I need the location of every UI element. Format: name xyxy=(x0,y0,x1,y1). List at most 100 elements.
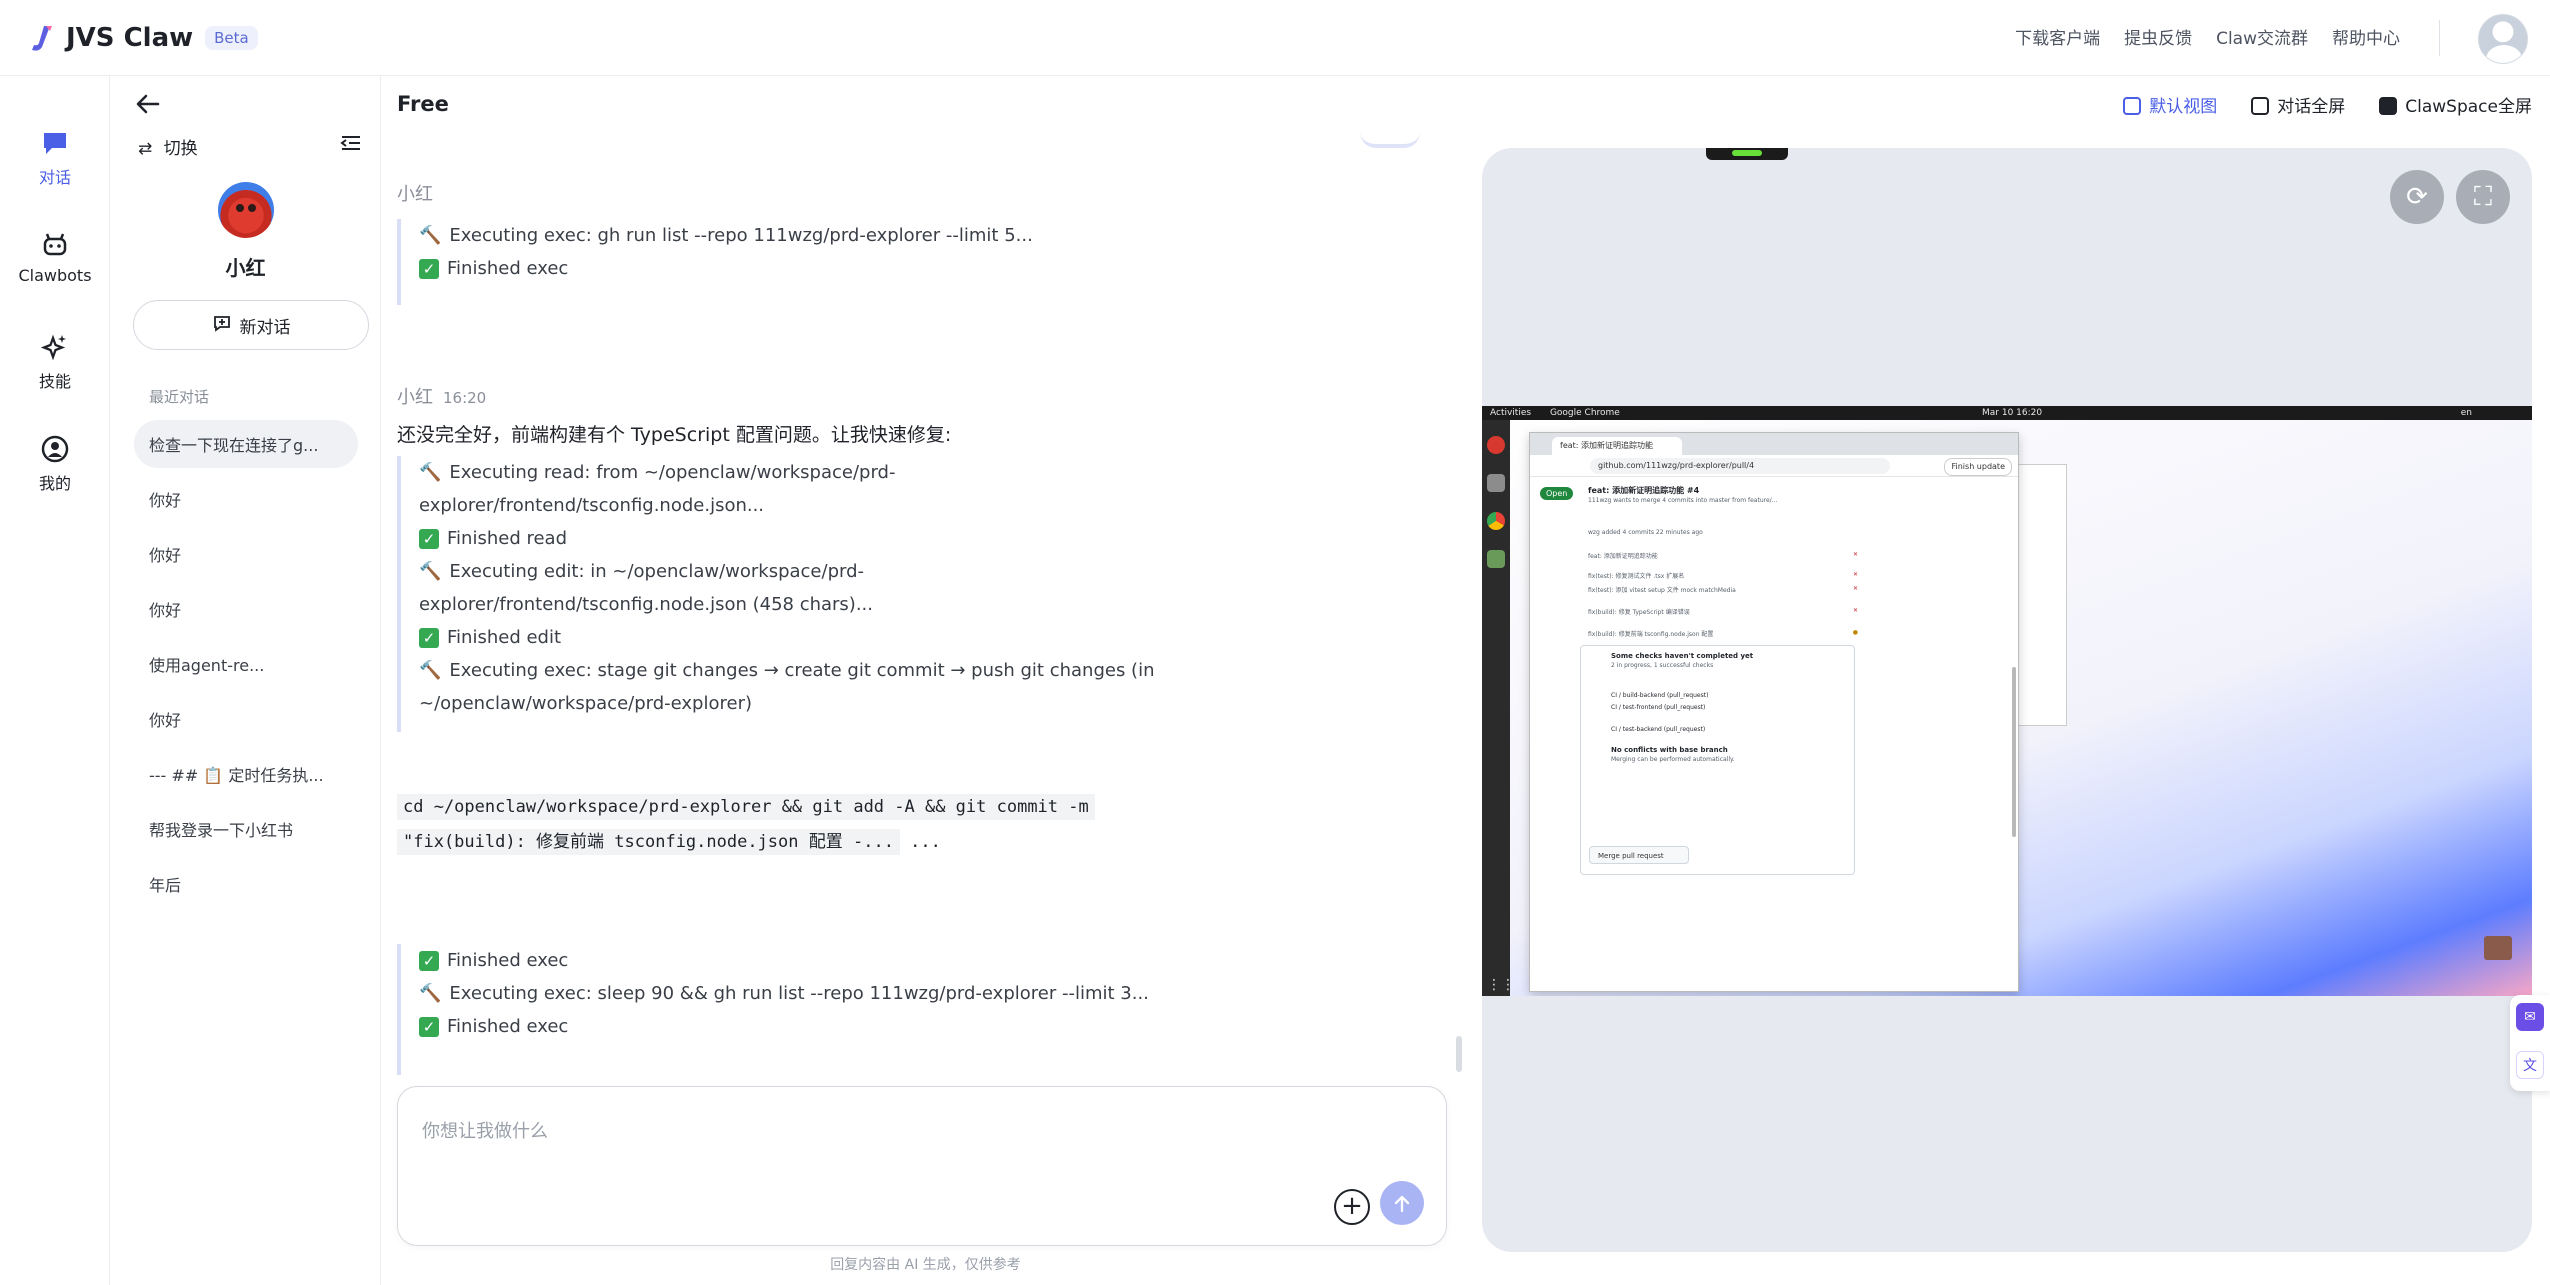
checks-subtitle: 2 in progress, 1 successful checks xyxy=(1611,662,1714,669)
user-icon xyxy=(40,434,70,464)
browser-tabs: feat: 添加新证明追踪功能 xyxy=(1530,433,2018,455)
url-input[interactable]: github.com/111wzg/prd-explorer/pull/4 xyxy=(1590,458,1890,474)
log-spacer xyxy=(419,285,1033,305)
home-folder-icon[interactable] xyxy=(2484,936,2512,960)
fullscreen-icon[interactable]: ⛶ xyxy=(2456,170,2510,224)
conversation-sidebar: ⇄ 切换 小红 新对话 最近对话 检查一下现在连接了g... 你好 你好 你好 … xyxy=(110,76,381,1285)
message-input[interactable]: 你想让我做什么 xyxy=(422,1117,548,1143)
default-view-icon xyxy=(2123,97,2142,115)
log-line: 🔨 Executing exec: stage git changes → cre… xyxy=(419,654,1155,687)
tool-log-block: 🔨 Executing exec: gh run list --repo 111w… xyxy=(397,219,1033,305)
recent-conversations-label: 最近对话 xyxy=(149,388,210,406)
check-row[interactable]: CI / test-backend (pull_request) xyxy=(1611,726,1705,733)
view-default-button[interactable]: 默认视图 xyxy=(2123,92,2217,117)
conversation-item[interactable]: 你好 xyxy=(134,530,358,578)
code-line: cd ~/openclaw/workspace/prd-explorer && … xyxy=(397,794,1095,820)
check-row[interactable]: CI / build-backend (pull_request) xyxy=(1611,692,1708,699)
merge-pull-request-button[interactable]: Merge pull request xyxy=(1589,846,1689,864)
log-line: ✓ Finished exec xyxy=(419,1010,1149,1043)
log-spacer xyxy=(419,1043,1149,1075)
conversation-item[interactable]: 你好 xyxy=(134,695,358,743)
download-client-link[interactable]: 下载客户端 xyxy=(2015,24,2100,49)
log-line: ✓ Finished edit xyxy=(419,621,1155,654)
commit-row[interactable]: fix(build): 修复前端 tsconfig.node.json 配置 ● xyxy=(1588,629,1858,638)
send-button[interactable] xyxy=(1380,1181,1424,1225)
pr-title: feat: 添加新证明追踪功能 #4 xyxy=(1588,486,1700,495)
nav-label: Clawbots xyxy=(18,266,92,285)
log-line: 🔨 Executing read: from ~/openclaw/workspa… xyxy=(419,456,1155,489)
back-arrow-icon[interactable] xyxy=(134,90,162,126)
browser-tab[interactable]: feat: 添加新证明追踪功能 xyxy=(1552,437,1682,455)
conversation-item[interactable]: 你好 xyxy=(134,475,358,523)
github-pr-page: Open feat: 添加新证明追踪功能 #4 111wzg wants to … xyxy=(1530,477,2018,991)
conversation-item[interactable]: 年后 xyxy=(134,860,358,908)
nav-item-clawbots[interactable]: Clawbots xyxy=(0,230,110,285)
remote-desktop[interactable]: Activities Google Chrome Mar 10 16:20 en… xyxy=(1482,406,2532,996)
translate-icon[interactable]: 文 xyxy=(2516,1051,2544,1079)
chat-icon xyxy=(40,128,70,158)
nav-label: 对话 xyxy=(38,168,71,187)
commit-row[interactable]: fix(test): 修复测试文件 .tsx 扩展名 ✕ xyxy=(1588,571,1858,580)
conversation-item[interactable]: 检查一下现在连接了g... xyxy=(134,420,358,468)
clawspace-panel: ⟳ ⛶ Activities Google Chrome Mar 10 16:2… xyxy=(1482,148,2532,1252)
switch-label: 切换 xyxy=(163,139,198,159)
floating-tools: ✉ 文 xyxy=(2510,995,2550,1091)
trash-app-icon[interactable] xyxy=(1487,550,1505,568)
top-links: 下载客户端 提虫反馈 Claw交流群 帮助中心 xyxy=(2015,24,2400,49)
app-grid-icon[interactable]: ⋮⋮ xyxy=(1487,976,1515,994)
community-link[interactable]: Claw交流群 xyxy=(2216,24,2308,49)
conversation-item[interactable]: 你好 xyxy=(134,585,358,633)
nav-item-skills[interactable]: 技能 xyxy=(0,332,110,392)
new-chat-label: 新对话 xyxy=(239,317,291,338)
commit-row[interactable]: feat: 添加新证明追踪功能 ✕ xyxy=(1588,551,1858,560)
bug-report-link[interactable]: 提虫反馈 xyxy=(2124,24,2192,49)
switch-bot-button[interactable]: ⇄ 切换 xyxy=(138,134,198,159)
pr-state-badge: Open xyxy=(1540,487,1574,500)
view-mode-bar: 默认视图 对话全屏 ClawSpace全屏 xyxy=(2123,92,2532,117)
new-chat-button[interactable]: 新对话 xyxy=(133,300,369,350)
page-scrollbar[interactable] xyxy=(2012,667,2016,837)
collapse-sidebar-icon[interactable] xyxy=(340,132,362,160)
files-app-icon[interactable] xyxy=(1487,474,1505,492)
nav-item-profile[interactable]: 我的 xyxy=(0,434,110,494)
logo-icon xyxy=(26,23,56,53)
checks-box: Some checks haven't completed yet 2 in p… xyxy=(1580,645,1855,875)
activities-label[interactable]: Activities xyxy=(1490,408,1531,418)
help-center-link[interactable]: 帮助中心 xyxy=(2332,24,2400,49)
swap-icon: ⇄ xyxy=(138,139,153,159)
status-indicator xyxy=(1706,148,1788,160)
claw-app-icon[interactable] xyxy=(1487,436,1505,454)
commit-row[interactable]: fix(test): 添加 vitest setup 文件 mock match… xyxy=(1588,585,1858,594)
user-avatar[interactable] xyxy=(2478,14,2528,64)
refresh-icon[interactable]: ⟳ xyxy=(2390,170,2444,224)
code-line: "fix(build): 修复前端 tsconfig.node.json 配置 … xyxy=(397,829,900,855)
view-chat-fullscreen-button[interactable]: 对话全屏 xyxy=(2251,92,2345,117)
message-sender: 小红 16:20 xyxy=(397,383,486,409)
check-icon: ✓ xyxy=(419,951,439,971)
chat-scrollbar[interactable] xyxy=(1456,1036,1462,1072)
nav-item-chat[interactable]: 对话 xyxy=(0,128,110,188)
brand-logo[interactable]: JVS Claw Beta xyxy=(26,23,258,53)
fail-icon: ✕ xyxy=(1852,585,1858,592)
add-attachment-button[interactable]: + xyxy=(1334,1189,1370,1225)
background-window[interactable] xyxy=(2012,464,2067,726)
log-line: explorer/frontend/tsconfig.node.json... xyxy=(419,495,765,516)
fail-icon: ✕ xyxy=(1852,607,1858,614)
feedback-icon[interactable]: ✉ xyxy=(2516,1003,2544,1031)
log-line: 🔨 Executing edit: in ~/openclaw/workspace… xyxy=(419,555,1155,588)
commit-row[interactable]: fix(build): 修复 TypeScript 编译错误 ✕ xyxy=(1588,607,1858,616)
divider xyxy=(2439,20,2440,56)
check-row[interactable]: CI / test-frontend (pull_request) xyxy=(1611,704,1705,711)
conversation-item[interactable]: --- ## 📋 定时任务执... xyxy=(134,750,358,798)
sender-name: 小红 xyxy=(397,184,433,205)
chrome-app-icon[interactable] xyxy=(1487,512,1505,530)
conversation-item[interactable]: 帮我登录一下小红书 xyxy=(134,805,358,853)
view-clawspace-fullscreen-button[interactable]: ClawSpace全屏 xyxy=(2379,92,2532,117)
conversation-item[interactable]: 使用agent-re... xyxy=(134,640,358,688)
message-composer[interactable]: 你想让我做什么 + xyxy=(397,1086,1447,1246)
finish-update-button[interactable]: Finish update xyxy=(1944,458,2012,476)
hammer-icon: 🔨 xyxy=(419,983,442,1004)
commits-header: wzg added 4 commits 22 minutes ago xyxy=(1588,529,1703,536)
chrome-window[interactable]: feat: 添加新证明追踪功能 github.com/111wzg/prd-ex… xyxy=(1529,432,2019,992)
clawspace-fullscreen-icon xyxy=(2379,97,2398,115)
